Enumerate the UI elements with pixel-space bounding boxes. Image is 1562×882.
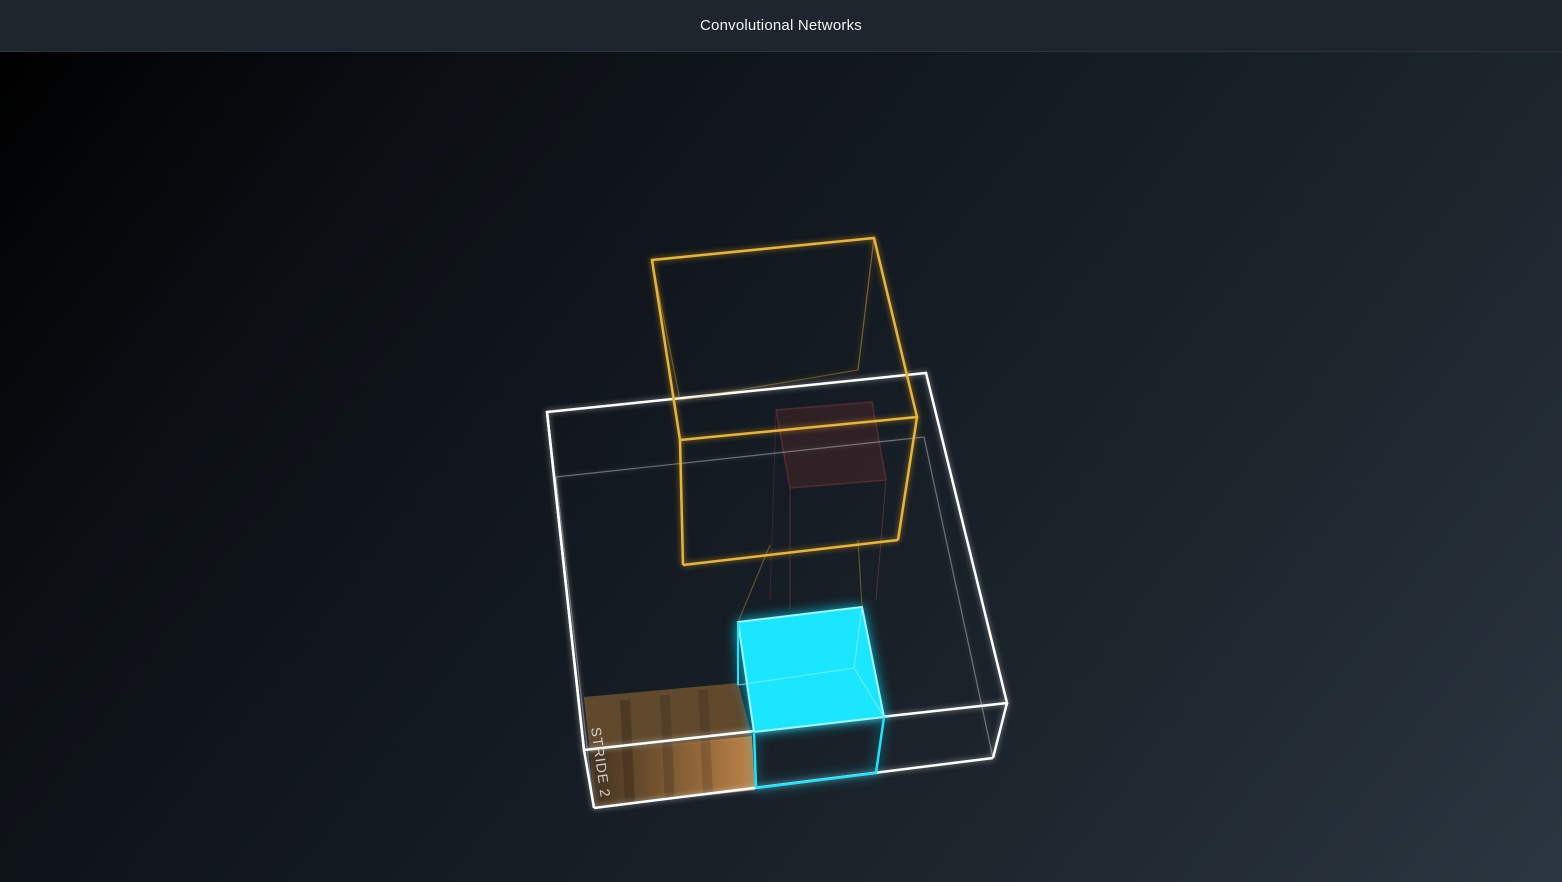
receptive-field [736,605,886,790]
filter-volume [650,236,919,567]
visualization-canvas[interactable]: STRIDE 2 [0,52,1562,882]
3d-scene: STRIDE 2 [545,236,1009,810]
output-cell [769,401,887,610]
header-bar: Convolutional Networks [0,0,1562,52]
page-title: Convolutional Networks [700,17,862,34]
